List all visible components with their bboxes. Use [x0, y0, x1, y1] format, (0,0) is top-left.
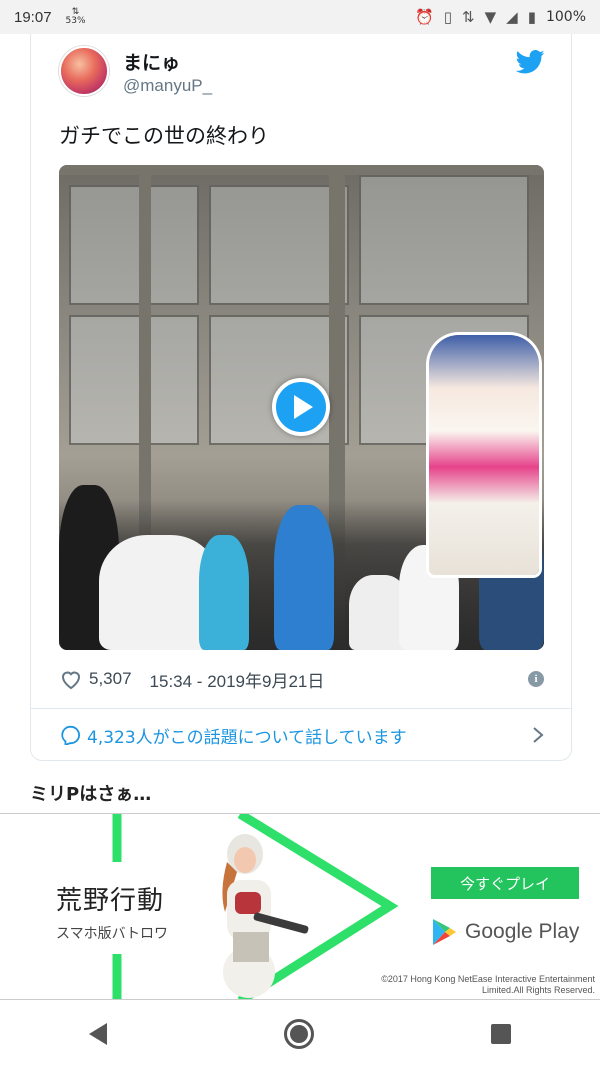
battery-percent: 100% [545, 9, 586, 25]
status-icons: ⏰ ▯ ⇅ ▼ ◢ ▮ 100% [415, 8, 586, 26]
display-name[interactable]: まにゅ [123, 48, 180, 75]
ad-legal-line: Limited.All Rights Reserved. [481, 985, 595, 995]
tweet-card[interactable]: まにゅ @manyuP_ ガチでこの世の終わり 5,307 15:34 - 20… [30, 34, 572, 761]
ad-banner[interactable]: 荒野行動 スマホ版バトロワ 今すぐプレイ Google Play ©2017 H… [0, 813, 600, 1000]
cell-signal-icon: ◢ [506, 8, 518, 26]
data-usage-indicator: ⇅ 53% [65, 7, 86, 26]
battery-icon: ▮ [527, 8, 536, 26]
avatar[interactable] [59, 46, 109, 96]
google-play-icon [433, 919, 456, 945]
store-name: Google Play [465, 920, 580, 943]
video-thumbnail[interactable] [59, 165, 544, 650]
reply-bubble-icon [61, 725, 80, 745]
data-arrows-icon: ⇅ [462, 8, 475, 26]
ad-legal-text: ©2017 Hong Kong NetEase Interactive Ente… [345, 974, 595, 996]
data-rate: 53% [65, 16, 86, 26]
play-icon [294, 395, 313, 419]
twitter-bird-icon[interactable] [515, 50, 545, 74]
ad-character-image [222, 834, 309, 998]
user-handle[interactable]: @manyuP_ [123, 76, 212, 96]
tweet-text: ガチでこの世の終わり [59, 124, 269, 148]
media-window [209, 185, 349, 305]
media-window [69, 185, 199, 305]
media-person [274, 505, 334, 650]
divider [31, 708, 571, 709]
heart-icon[interactable] [59, 668, 83, 690]
play-button[interactable] [272, 378, 330, 436]
ad-title: 荒野行動 [56, 886, 165, 916]
status-time: 19:07 [14, 8, 52, 26]
media-standee [429, 335, 539, 575]
wifi-icon: ▼ [484, 8, 497, 26]
alarm-icon: ⏰ [415, 8, 434, 26]
home-icon[interactable] [283, 1018, 314, 1049]
conversation-text: 4,323人がこの話題について話しています [87, 727, 407, 748]
media-person [199, 535, 249, 650]
google-play-badge[interactable]: Google Play [431, 918, 579, 946]
ad-cta-button[interactable]: 今すぐプレイ [431, 867, 579, 899]
media-window [359, 175, 529, 305]
page-content: まにゅ @manyuP_ ガチでこの世の終わり 5,307 15:34 - 20… [0, 34, 600, 1000]
conversation-link[interactable]: 4,323人がこの話題について話しています [59, 719, 544, 751]
section-title: ミリPはさぁ… [30, 784, 152, 805]
media-beam [59, 165, 544, 175]
media-window [69, 315, 199, 445]
info-icon[interactable]: i [528, 671, 544, 687]
recents-icon[interactable] [491, 1023, 512, 1044]
tweet-timestamp[interactable]: 15:34 - 2019年9月21日 [150, 667, 325, 692]
like-count[interactable]: 5,307 [89, 669, 132, 689]
status-bar: 19:07 ⇅ 53% ⏰ ▯ ⇅ ▼ ◢ ▮ 100% [0, 0, 600, 34]
back-icon[interactable] [88, 1022, 107, 1045]
vibrate-icon: ▯ [443, 8, 453, 26]
ad-subtitle: スマホ版バトロワ [56, 926, 168, 942]
chevron-right-icon [533, 727, 544, 743]
ad-legal-line: ©2017 Hong Kong NetEase Interactive Ente… [381, 974, 595, 984]
tweet-meta: 5,307 15:34 - 2019年9月21日 i [59, 664, 544, 694]
android-nav-bar [0, 1000, 600, 1067]
